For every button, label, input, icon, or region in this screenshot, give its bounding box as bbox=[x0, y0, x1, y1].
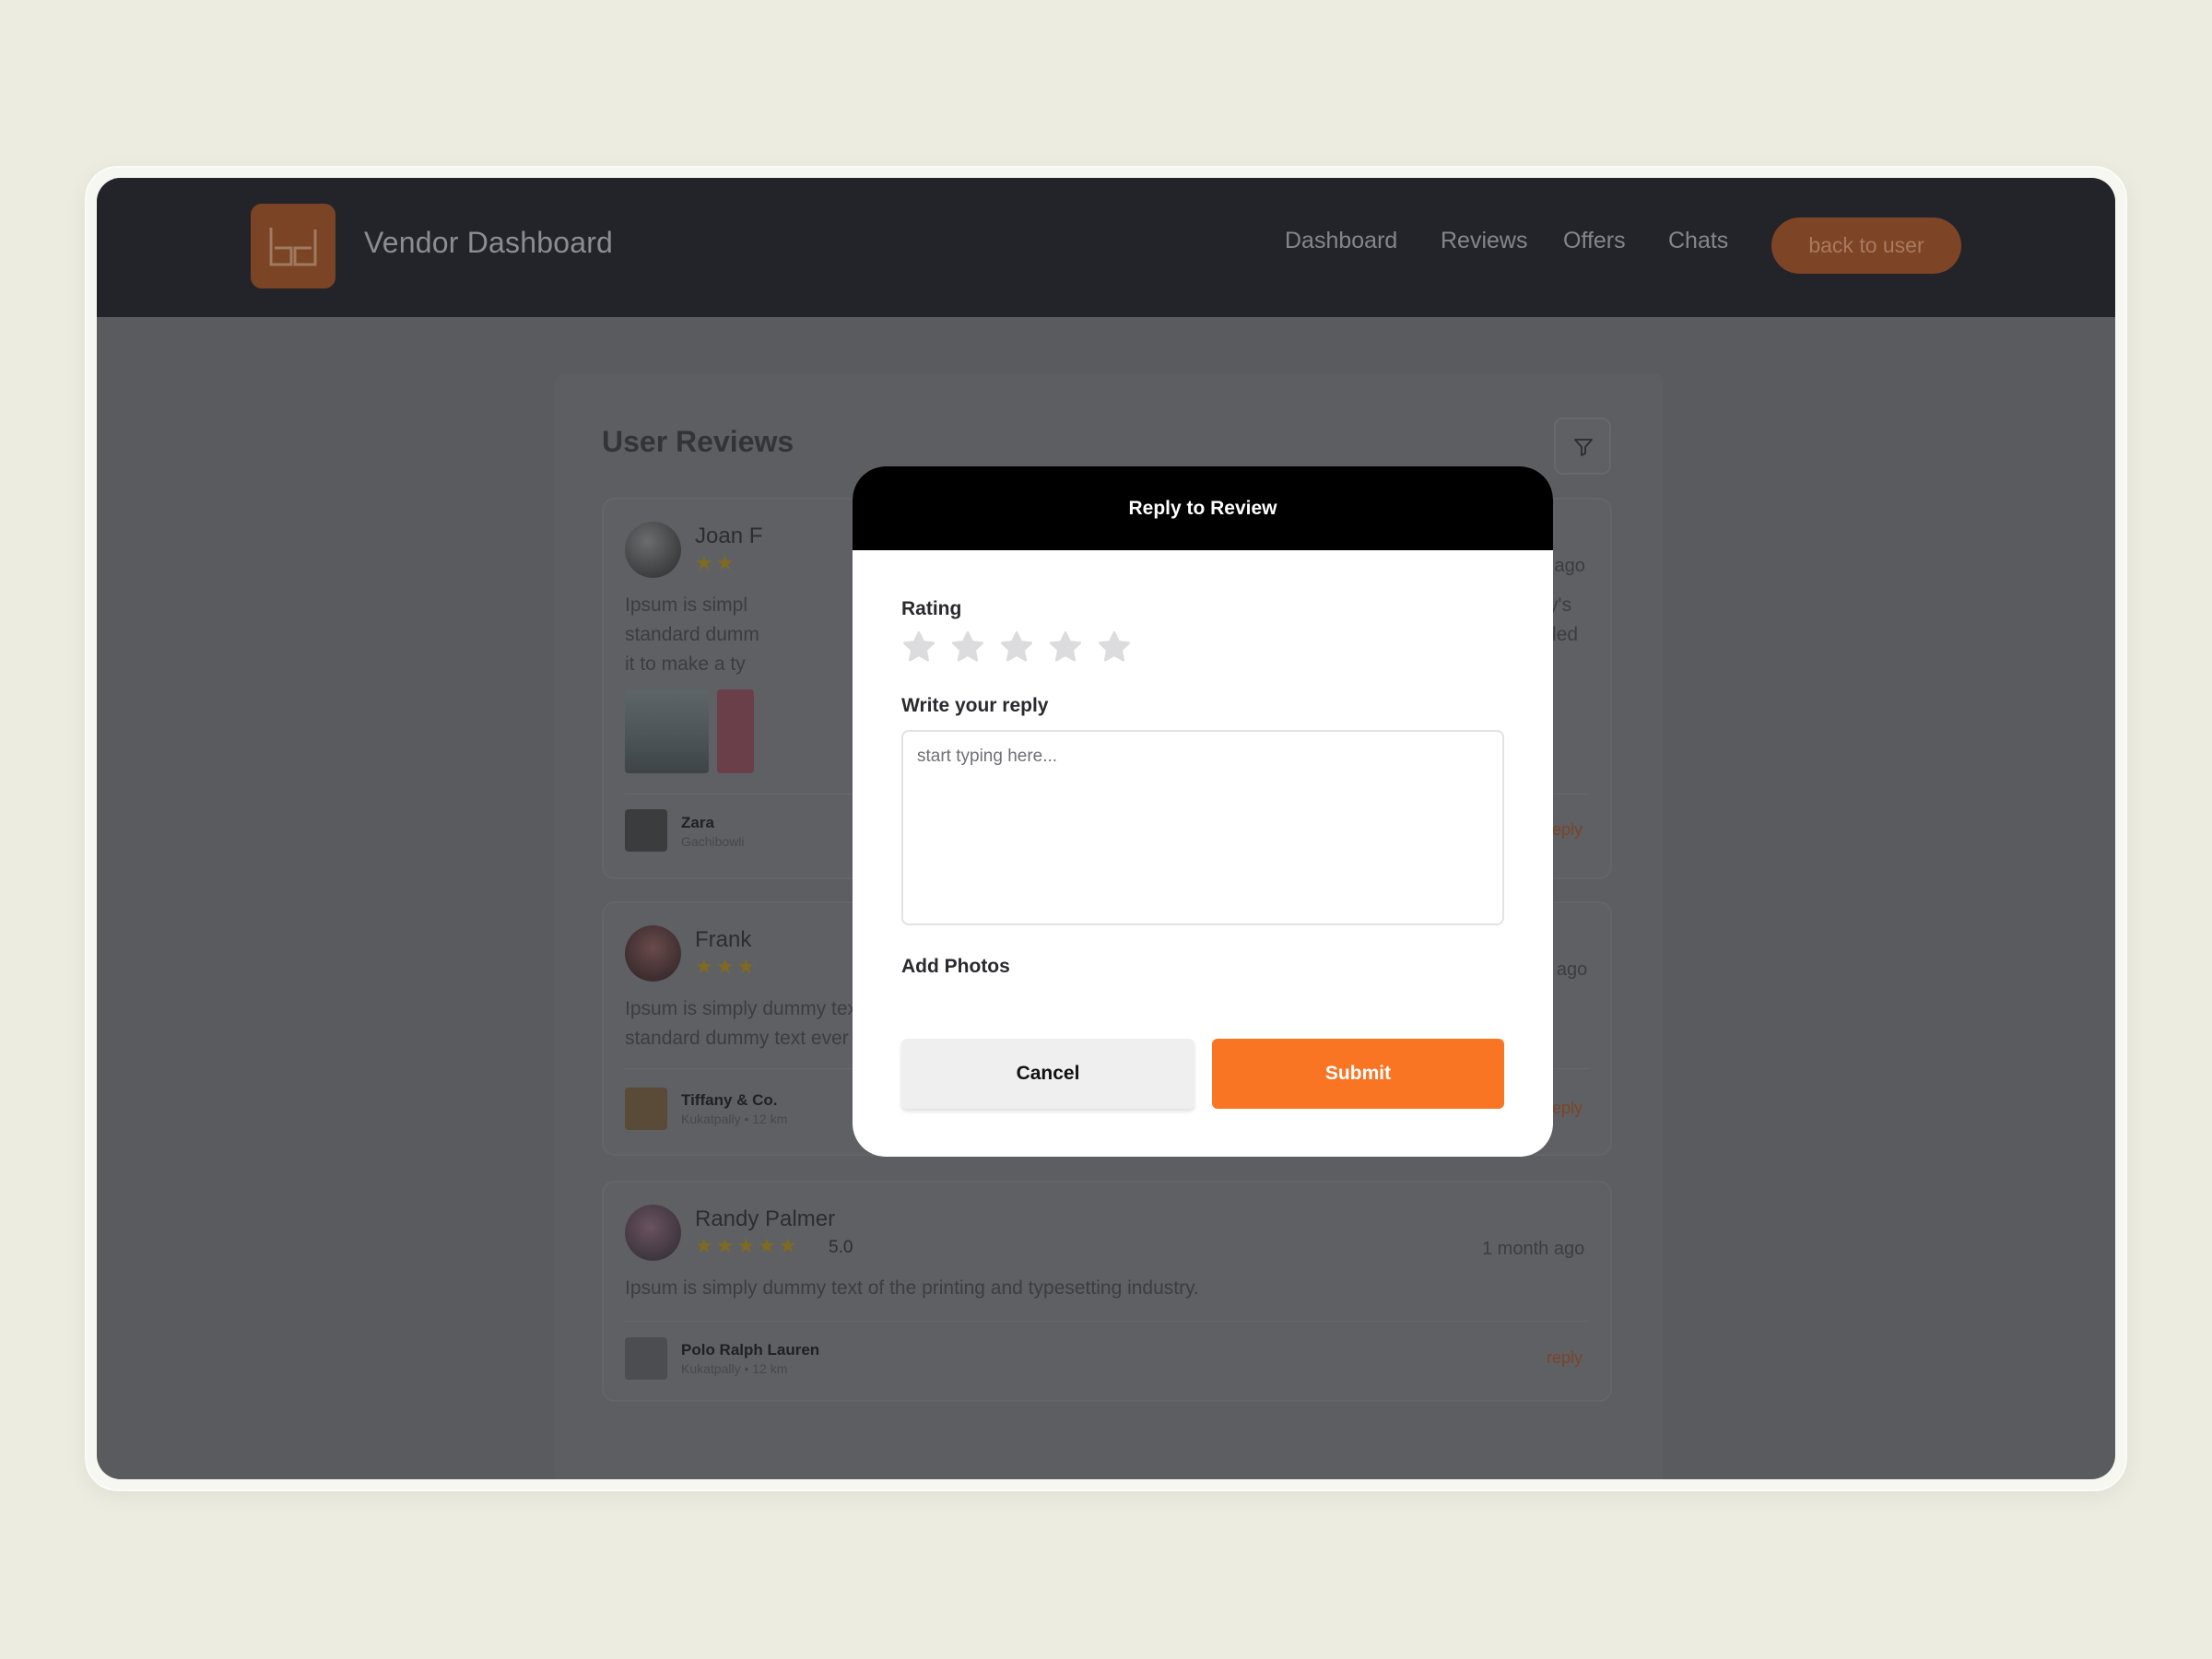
store-name: Zara bbox=[681, 814, 714, 831]
reply-modal: Reply to Review Rating Write your reply … bbox=[853, 466, 1553, 1157]
filter-icon bbox=[1574, 439, 1593, 456]
review-text-line: Ipsum is simpl bbox=[625, 594, 748, 616]
store-thumbnail bbox=[625, 809, 667, 852]
add-photos-label[interactable]: Add Photos bbox=[901, 956, 1010, 978]
nav-offers[interactable]: Offers bbox=[1563, 228, 1626, 254]
store-thumbnail bbox=[625, 1088, 667, 1130]
review-rating-value: 5.0 bbox=[829, 1238, 853, 1257]
store-location: Kukatpally • 12 km bbox=[681, 1112, 788, 1126]
review-photo[interactable] bbox=[625, 689, 709, 773]
store-thumbnail bbox=[625, 1337, 667, 1380]
submit-button[interactable]: Submit bbox=[1212, 1039, 1504, 1109]
star-icon[interactable] bbox=[949, 629, 986, 665]
filter-button[interactable] bbox=[1554, 418, 1611, 475]
reviewer-name: Frank bbox=[695, 927, 752, 952]
avatar bbox=[625, 522, 681, 578]
review-text-line: Ipsum is simply dummy text of the printi… bbox=[625, 1277, 1199, 1299]
modal-title: Reply to Review bbox=[853, 466, 1553, 550]
review-text-line: it to make a ty bbox=[625, 653, 746, 675]
reviewer-name: Joan F bbox=[695, 524, 763, 548]
cancel-button[interactable]: Cancel bbox=[901, 1039, 1194, 1109]
back-to-user-button[interactable]: back to user bbox=[1771, 218, 1961, 274]
avatar bbox=[625, 1205, 681, 1261]
star-icon[interactable] bbox=[998, 629, 1035, 665]
section-title: User Reviews bbox=[602, 425, 794, 458]
nav-dashboard[interactable]: Dashboard bbox=[1285, 228, 1397, 254]
review-time: 1 month ago bbox=[1482, 1239, 1585, 1259]
divider bbox=[625, 1321, 1589, 1322]
review-stars: ★★ bbox=[695, 551, 737, 574]
reply-label: Write your reply bbox=[901, 695, 1049, 716]
rating-stars bbox=[900, 629, 1133, 665]
reply-link[interactable]: reply bbox=[1547, 1348, 1583, 1368]
brand-title: Vendor Dashboard bbox=[364, 226, 614, 259]
store-name: Polo Ralph Lauren bbox=[681, 1341, 820, 1359]
star-icon[interactable] bbox=[1047, 629, 1084, 665]
reviewer-name: Randy Palmer bbox=[695, 1206, 836, 1231]
logo[interactable] bbox=[251, 204, 335, 288]
review-stars: ★★★★★ bbox=[695, 1234, 800, 1257]
review-stars: ★★★ bbox=[695, 955, 759, 978]
review-text-line: standard dumm bbox=[625, 624, 759, 645]
store-name: Tiffany & Co. bbox=[681, 1091, 778, 1109]
rating-label: Rating bbox=[901, 598, 962, 619]
star-icon[interactable] bbox=[1096, 629, 1133, 665]
nav-reviews[interactable]: Reviews bbox=[1441, 228, 1527, 254]
nav-chats[interactable]: Chats bbox=[1668, 228, 1728, 254]
avatar bbox=[625, 925, 681, 982]
review-photo[interactable] bbox=[717, 689, 754, 773]
navbar: Vendor Dashboard Dashboard Reviews Offer… bbox=[97, 178, 2115, 317]
reply-textarea[interactable] bbox=[901, 730, 1504, 925]
app-window: Vendor Dashboard Dashboard Reviews Offer… bbox=[97, 178, 2115, 1479]
store-location: Gachibowli bbox=[681, 834, 745, 849]
store-location: Kukatpally • 12 km bbox=[681, 1361, 788, 1376]
logo-icon bbox=[269, 228, 317, 266]
star-icon[interactable] bbox=[900, 629, 937, 665]
